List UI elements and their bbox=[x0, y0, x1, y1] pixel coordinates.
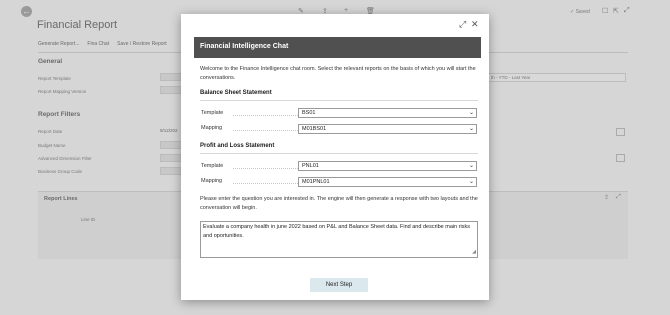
bookmark-icon[interactable]: ☐ bbox=[602, 7, 608, 15]
report-template-field[interactable] bbox=[160, 73, 182, 81]
question-value: Evaluate a company health in june 2022 b… bbox=[203, 224, 471, 239]
report-date-value[interactable]: 9/12/202 bbox=[160, 128, 178, 133]
adv-dimension-filter-label: Advanced Dimension Filter bbox=[38, 156, 92, 161]
pl-mapping-select[interactable]: M01PNL01 ⌄ bbox=[298, 177, 477, 187]
dotted-leader bbox=[233, 183, 298, 184]
bs-mapping-value: M01BS01 bbox=[302, 126, 327, 132]
close-icon[interactable]: ✕ bbox=[471, 19, 479, 29]
pl-mapping-label: Mapping bbox=[201, 178, 223, 184]
expand-icon[interactable]: ⤢ bbox=[624, 7, 630, 15]
save-restore-action[interactable]: Save / Restore Report bbox=[117, 41, 166, 47]
financial-chat-dialog: ⤢ ✕ Financial Intelligence Chat Welcome … bbox=[181, 14, 489, 300]
dotted-leader bbox=[233, 115, 298, 116]
share-icon[interactable]: ⇪ bbox=[604, 194, 609, 201]
action-bar: Generate Report... Fina Chat Save / Rest… bbox=[38, 41, 167, 47]
next-step-button[interactable]: Next Step bbox=[310, 278, 368, 292]
report-date-label: Report Date bbox=[38, 129, 63, 134]
bs-template-select[interactable]: BS01 ⌄ bbox=[298, 108, 477, 118]
fina-chat-action[interactable]: Fina Chat bbox=[87, 41, 109, 47]
dotted-leader bbox=[233, 168, 298, 169]
general-section-title[interactable]: General bbox=[38, 58, 62, 65]
pl-mapping-value: M01PNL01 bbox=[302, 179, 330, 185]
bs-mapping-select[interactable]: M01BS01 ⌄ bbox=[298, 124, 477, 134]
pl-template-select[interactable]: PNL01 ⌄ bbox=[298, 161, 477, 171]
report-lines-title[interactable]: Report Lines bbox=[44, 196, 78, 202]
line-id-column-header[interactable]: Line ID bbox=[81, 217, 95, 222]
section-divider bbox=[200, 100, 478, 101]
generate-report-action[interactable]: Generate Report... bbox=[38, 41, 79, 47]
report-period-field[interactable]: th - YTD - Last Year bbox=[488, 73, 626, 82]
pl-template-value: PNL01 bbox=[302, 163, 319, 169]
section-divider bbox=[200, 153, 478, 154]
bs-template-value: BS01 bbox=[302, 110, 316, 116]
report-template-label: Report Template bbox=[38, 76, 71, 81]
saved-status: ✓ Saved bbox=[570, 9, 590, 15]
add-icon[interactable]: + bbox=[344, 7, 348, 14]
expand-icon[interactable]: ⤢ bbox=[459, 19, 466, 29]
chevron-down-icon: ⌄ bbox=[468, 126, 474, 132]
adv-dimension-filter-field[interactable] bbox=[160, 154, 182, 162]
pl-template-label: Template bbox=[201, 163, 224, 169]
ellipsis-button[interactable] bbox=[616, 128, 625, 136]
business-group-field[interactable] bbox=[160, 167, 182, 175]
back-arrow-icon[interactable]: ← bbox=[21, 6, 32, 17]
ellipsis-button[interactable] bbox=[616, 154, 625, 162]
intro-text: Welcome to the Finance Intelligence chat… bbox=[200, 66, 476, 81]
chevron-down-icon: ⌄ bbox=[468, 110, 474, 116]
dotted-leader bbox=[233, 130, 298, 131]
resize-handle-icon[interactable]: ◢ bbox=[472, 248, 476, 257]
open-new-window-icon[interactable]: ⇱ bbox=[613, 7, 619, 15]
budget-name-label: Budget Name bbox=[38, 143, 66, 148]
budget-name-field[interactable] bbox=[160, 141, 182, 149]
balance-sheet-title: Balance Sheet Statement bbox=[200, 90, 272, 96]
page-title: Financial Report bbox=[37, 19, 118, 31]
chevron-down-icon: ⌄ bbox=[468, 163, 474, 169]
business-group-label: Business Group Code bbox=[38, 169, 83, 174]
chevron-down-icon: ⌄ bbox=[468, 179, 474, 185]
bs-template-label: Template bbox=[201, 110, 224, 116]
bs-mapping-label: Mapping bbox=[201, 125, 223, 131]
question-instructions: Please enter the question you are intere… bbox=[200, 196, 478, 211]
report-period-value: th - YTD - Last Year bbox=[491, 75, 531, 80]
expand-icon[interactable]: ⤢ bbox=[616, 194, 621, 201]
profit-loss-title: Profit and Loss Statement bbox=[200, 143, 275, 149]
report-filters-title[interactable]: Report Filters bbox=[38, 111, 80, 118]
report-mapping-field[interactable] bbox=[160, 86, 182, 94]
dialog-header: Financial Intelligence Chat bbox=[194, 37, 481, 58]
question-textarea[interactable]: Evaluate a company health in june 2022 b… bbox=[200, 221, 478, 258]
report-mapping-label: Report Mapping Version bbox=[38, 89, 87, 94]
